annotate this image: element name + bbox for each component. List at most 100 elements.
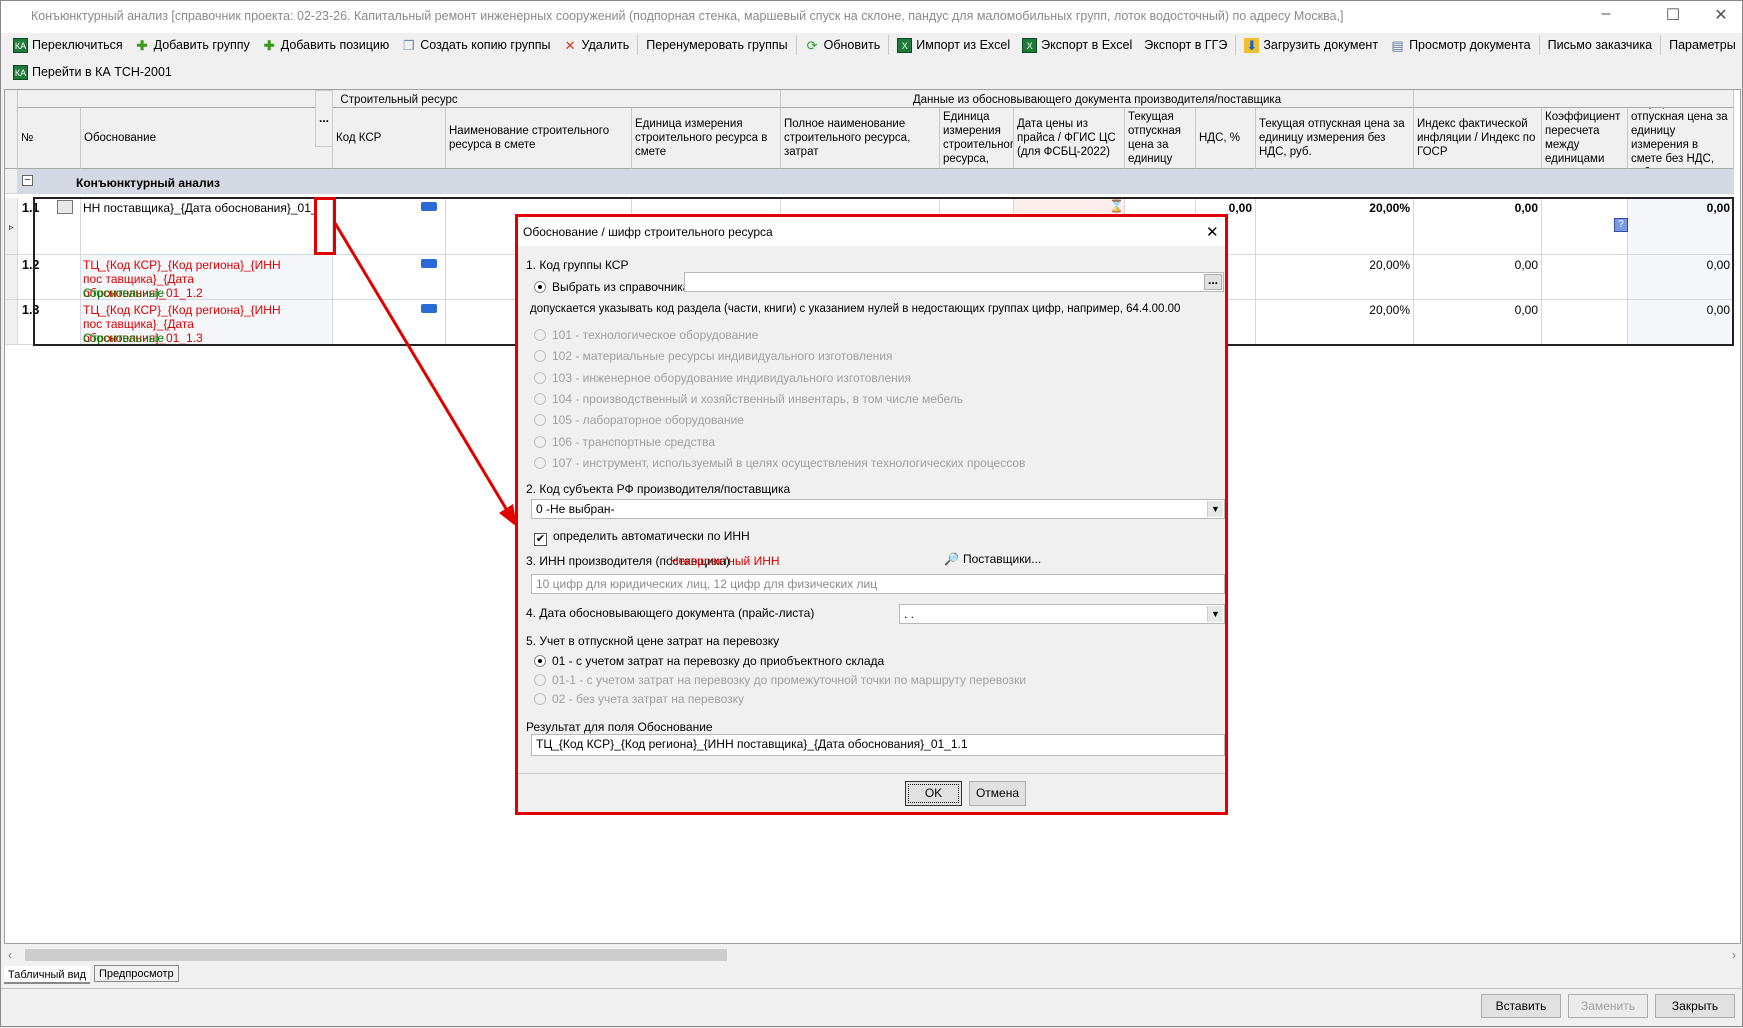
row-header[interactable]: ▹ bbox=[5, 198, 18, 255]
label: Поставщики... bbox=[962, 552, 1042, 566]
label: 01-1 - с учетом затрат на перевозку до п… bbox=[552, 673, 1027, 687]
inn-error-text: Некорректный ИНН bbox=[670, 554, 780, 568]
column-header[interactable]: Код КСР bbox=[333, 108, 446, 169]
ksr-option-radio[interactable]: 105 - лабораторное оборудование bbox=[534, 413, 744, 427]
column-header[interactable]: Единица измерения строительног ресурса, bbox=[940, 108, 1014, 169]
label: Перенумеровать группы bbox=[646, 38, 788, 52]
vat-value: 20,00% bbox=[1369, 303, 1410, 317]
dropdown-arrow-icon[interactable]: ▼ bbox=[1207, 606, 1223, 622]
dropdown-arrow-icon[interactable]: ▼ bbox=[1207, 501, 1223, 517]
choose-from-directory-radio[interactable]: Выбрать из справочника bbox=[534, 280, 689, 294]
refresh-icon: ⟳ bbox=[806, 37, 818, 53]
ksr-option-radio[interactable]: 102 - материальные ресурсы индивидуально… bbox=[534, 349, 893, 363]
transport-option-radio[interactable]: 02 - без учета затрат на перевозку bbox=[534, 692, 744, 706]
export-gge-button[interactable]: Экспорт в ГГЭ bbox=[1138, 34, 1233, 56]
column-header[interactable]: Дата цены из прайса / ФГИС ЦС (для ФСБЦ-… bbox=[1014, 108, 1125, 169]
collapse-toggle-icon[interactable]: – bbox=[22, 175, 33, 186]
column-header[interactable]: Полное наименование строительного ресурс… bbox=[781, 108, 940, 169]
group-row[interactable] bbox=[18, 169, 1734, 194]
inn-input[interactable]: 10 цифр для юридических лиц, 12 цифр для… bbox=[531, 574, 1225, 594]
ok-button[interactable]: OK bbox=[905, 781, 962, 806]
view-document-button[interactable]: ▤ Просмотр документа bbox=[1384, 34, 1537, 56]
suppliers-button[interactable]: 🔎 Поставщики... bbox=[944, 552, 1041, 566]
dialog-close-button[interactable]: ✕ bbox=[1206, 223, 1219, 241]
transport-option-radio[interactable]: 01-1 - с учетом затрат на перевозку до п… bbox=[534, 673, 1026, 687]
column-header[interactable]: Текущая отпускная цена за единицу bbox=[1125, 108, 1196, 169]
auto-detect-checkbox[interactable]: ✔ определить автоматически по ИНН bbox=[534, 529, 750, 546]
row-header bbox=[5, 169, 18, 194]
separator bbox=[1538, 35, 1540, 55]
export-excel-button[interactable]: X Экспорт в Excel bbox=[1016, 34, 1138, 56]
browse-button[interactable]: ... bbox=[1204, 274, 1222, 290]
parameters-button[interactable]: Параметры bbox=[1663, 34, 1742, 56]
column-header[interactable]: № bbox=[18, 108, 81, 169]
goto-ka-tsn-button[interactable]: КА Перейти в КА ТСН-2001 bbox=[7, 61, 178, 83]
column-header[interactable]: Единица измерения строительного ресурса … bbox=[632, 108, 781, 169]
group-row-label: Конъюнктурный анализ bbox=[76, 176, 220, 190]
column-header-label: Индекс фактической инфляции / Индекс по … bbox=[1417, 118, 1536, 158]
grid-cell[interactable] bbox=[1542, 300, 1628, 345]
help-icon[interactable]: ? bbox=[1614, 218, 1628, 232]
replace-button[interactable]: Заменить bbox=[1568, 994, 1648, 1018]
column-header-label: Текущая отпускная цена за единицу измере… bbox=[1631, 108, 1728, 168]
ksr-option-radio[interactable]: 106 - транспортные средства bbox=[534, 435, 715, 449]
cancel-button[interactable]: Отмена bbox=[969, 781, 1026, 806]
scroll-left-icon[interactable]: ‹ bbox=[8, 948, 12, 962]
section4-label: 4. Дата обосновывающего документа (прайс… bbox=[526, 606, 815, 620]
title-bar: Конъюнктурный анализ [справочник проекта… bbox=[1, 1, 1742, 33]
ksr-option-radio[interactable]: 107 - инструмент, используемый в целях о… bbox=[534, 456, 1025, 470]
label: 104 - производственный и хозяйственный и… bbox=[552, 391, 964, 406]
column-header-label: Коэффициент пересчета между единицами bbox=[1545, 111, 1621, 165]
radio-icon bbox=[534, 435, 546, 448]
add-group-button[interactable]: ✚ Добавить группу bbox=[129, 34, 256, 56]
tab-preview[interactable]: Предпросмотр bbox=[94, 965, 179, 982]
switch-button[interactable]: КА Переключиться bbox=[7, 34, 129, 56]
ksr-option-radio[interactable]: 101 - технологическое оборудование bbox=[534, 328, 758, 342]
ksr-option-radio[interactable]: 103 - инженерное оборудование индивидуал… bbox=[534, 371, 911, 385]
result-input[interactable]: ТЦ_{Код КСР}_{Код региона}_{ИНН поставщи… bbox=[531, 734, 1225, 756]
minimize-button[interactable]: – bbox=[1586, 5, 1626, 27]
document-date-select[interactable]: . . ▼ bbox=[899, 604, 1225, 624]
insert-button[interactable]: Вставить bbox=[1481, 994, 1561, 1018]
truck-icon bbox=[421, 304, 437, 313]
horizontal-scrollbar[interactable]: ‹ › bbox=[5, 948, 1740, 962]
scrollbar-thumb[interactable] bbox=[25, 949, 727, 961]
renumber-groups-button[interactable]: Перенумеровать группы bbox=[640, 34, 793, 56]
section1-label: 1. Код группы КСР bbox=[526, 258, 629, 272]
column-header[interactable]: Обоснование bbox=[81, 108, 333, 169]
basis-ellipsis-button[interactable]: ... bbox=[315, 90, 333, 147]
column-header[interactable]: Коэффициент пересчета между единицами bbox=[1542, 108, 1628, 169]
column-header[interactable]: НДС, % bbox=[1196, 108, 1256, 169]
ka-icon: КА bbox=[13, 37, 28, 53]
row-header[interactable] bbox=[5, 255, 18, 300]
transport-option-radio[interactable]: 01 - с учетом затрат на перевозку до при… bbox=[534, 654, 884, 668]
ksr-option-radio[interactable]: 104 - производственный и хозяйственный и… bbox=[534, 392, 963, 406]
column-header-label: Код КСР bbox=[336, 132, 382, 144]
load-document-button[interactable]: ⬇ Загрузить документ bbox=[1238, 34, 1384, 56]
grid-cell[interactable] bbox=[1542, 255, 1628, 300]
refresh-button[interactable]: ⟳ Обновить bbox=[799, 34, 887, 56]
column-header[interactable]: Наименование строительного ресурса в сме… bbox=[446, 108, 632, 169]
dialog-title: Обоснование / шифр строительного ресурса bbox=[523, 225, 773, 239]
customer-letter-button[interactable]: Письмо заказчика bbox=[1542, 34, 1659, 56]
label: 105 - лабораторное оборудование bbox=[552, 413, 744, 428]
column-header-label: Текущая отпускная цена за единицу измере… bbox=[1259, 118, 1405, 158]
add-position-button[interactable]: ✚ Добавить позицию bbox=[256, 34, 396, 56]
scroll-right-icon[interactable]: › bbox=[1732, 948, 1736, 962]
region-select[interactable]: 0 -Не выбран- ▼ bbox=[531, 499, 1225, 519]
ksr-group-code-input[interactable] bbox=[684, 272, 1224, 292]
column-header[interactable]: Индекс фактической инфляции / Индекс по … bbox=[1414, 108, 1542, 169]
basis-text[interactable]: НН поставщика}_{Дата обоснования}_01_1.1 bbox=[83, 201, 315, 215]
column-header-label: Полное наименование строительного ресурс… bbox=[784, 118, 911, 158]
close-button[interactable]: ✕ bbox=[1701, 5, 1741, 27]
maximize-button[interactable]: ☐ bbox=[1653, 5, 1693, 27]
copy-group-button[interactable]: ❐ Создать копию группы bbox=[395, 34, 556, 56]
row-header[interactable] bbox=[5, 300, 18, 345]
hourglass-icon: ⌛ bbox=[1109, 199, 1124, 213]
close-bottom-button[interactable]: Закрыть bbox=[1655, 994, 1735, 1018]
column-header[interactable]: Текущая отпускная цена за единицу измере… bbox=[1628, 108, 1734, 169]
tab-table-view[interactable]: Табличный вид bbox=[4, 966, 91, 984]
import-excel-button[interactable]: X Импорт из Excel bbox=[891, 34, 1016, 56]
column-header[interactable]: Текущая отпускная цена за единицу измере… bbox=[1256, 108, 1414, 169]
delete-button[interactable]: ✕ Удалить bbox=[557, 34, 636, 56]
